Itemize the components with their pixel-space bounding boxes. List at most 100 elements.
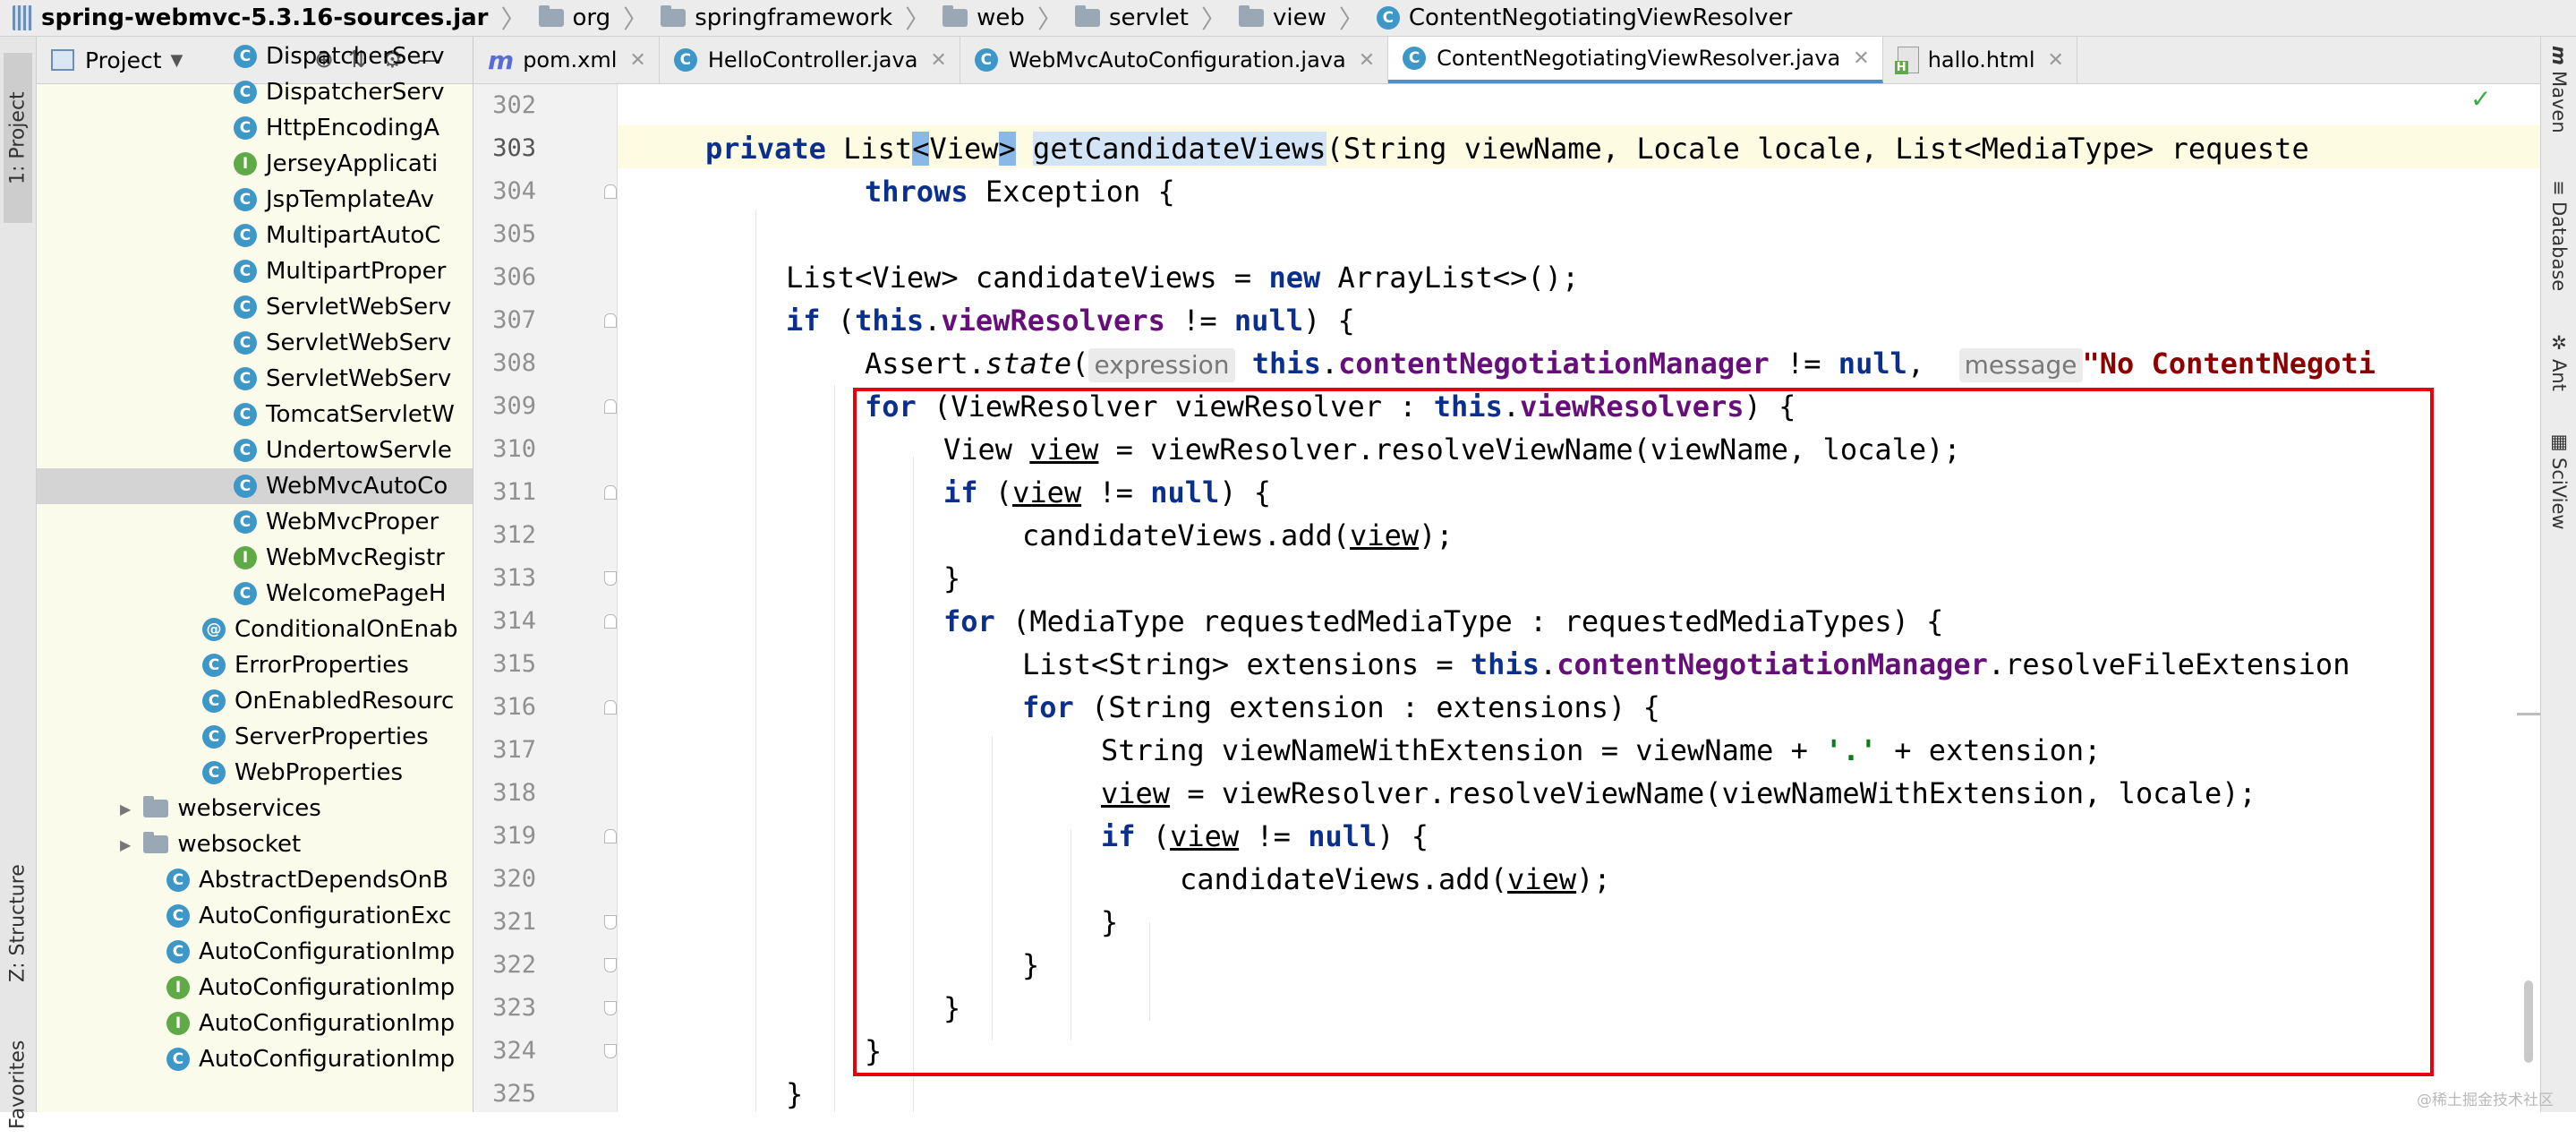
fold-marker-icon[interactable] <box>604 915 617 929</box>
fold-marker-icon[interactable] <box>604 700 617 715</box>
tool-tab-structure[interactable]: Z: Structure <box>4 843 32 1004</box>
breadcrumb-item-jar[interactable]: spring-webmvc-5.3.16-sources.jar 〉 <box>0 0 526 36</box>
tree-item[interactable]: C WebMvcAutoCo <box>37 468 473 504</box>
tree-item-label: ServerProperties <box>235 723 429 750</box>
breadcrumb: spring-webmvc-5.3.16-sources.jar 〉 org 〉… <box>0 0 2576 37</box>
chevron-right-icon[interactable]: ▶ <box>120 800 131 817</box>
line-number: 305 <box>492 220 536 248</box>
fold-marker-icon[interactable] <box>604 184 617 199</box>
check-icon: ✓ <box>2470 84 2492 114</box>
tree-item[interactable]: I AutoConfigurationImp <box>166 1006 473 1041</box>
fold-marker-icon[interactable] <box>604 399 617 414</box>
tool-tab-ant[interactable]: ✲ Ant <box>2546 332 2572 431</box>
tree-item[interactable]: ▶ webservices <box>120 791 473 826</box>
fold-marker-icon[interactable] <box>604 1044 617 1058</box>
tool-tab-favorites[interactable]: Favorites <box>4 1022 32 1147</box>
tree-item[interactable]: C AutoConfigurationExc <box>166 898 473 934</box>
tree-item[interactable]: C AutoConfigurationImp <box>166 934 473 970</box>
class-icon: C <box>166 869 190 892</box>
code-line-307: if (this.viewResolvers != null) { <box>786 299 1355 342</box>
fold-marker-icon[interactable] <box>604 829 617 843</box>
tool-tab-database[interactable]: ≡ Database <box>2546 180 2572 332</box>
code-token: ArrayList<>(); <box>1320 261 1580 295</box>
fold-marker-icon[interactable] <box>604 485 617 500</box>
tab-pom-xml[interactable]: m pom.xml ✕ <box>473 37 660 83</box>
tree-item[interactable]: C TomcatServletW <box>234 397 473 432</box>
folder-icon <box>1239 5 1265 27</box>
close-icon[interactable]: ✕ <box>2048 49 2064 72</box>
tree-item[interactable]: C AbstractDependsOnB <box>166 862 473 898</box>
project-panel-title[interactable]: Project <box>85 47 162 73</box>
close-icon[interactable]: ✕ <box>629 49 645 72</box>
tree-item[interactable]: I AutoConfigurationImp <box>166 970 473 1006</box>
tab-webmvc-auto-configuration[interactable]: C WebMvcAutoConfiguration.java ✕ <box>960 37 1389 83</box>
breadcrumb-item-view[interactable]: view 〉 <box>1226 0 1364 36</box>
tree-item-label: JspTemplateAv <box>266 186 435 213</box>
tree-item[interactable]: C ServletWebServ <box>234 289 473 325</box>
breadcrumb-label: view <box>1273 4 1326 31</box>
tree-item[interactable]: C AutoConfigurationImp <box>166 1041 473 1077</box>
tree-item[interactable]: C ServerProperties <box>202 719 473 755</box>
tab-hallo-html[interactable]: hallo.html ✕ <box>1883 37 2077 83</box>
code-line-308: Assert.state(expression this.contentNego… <box>865 342 2376 385</box>
chevron-down-icon[interactable]: ▼ <box>171 51 183 70</box>
tree-item[interactable]: C UndertowServle <box>234 432 473 468</box>
tool-tab-sciview[interactable]: ▦ SciView <box>2546 431 2572 574</box>
tree-item[interactable]: I WebMvcRegistr <box>234 540 473 576</box>
tree-item-label: DispatcherServ <box>266 43 445 70</box>
tree-item[interactable]: ▶ websocket <box>120 826 473 862</box>
close-icon[interactable]: ✕ <box>1359 49 1375 72</box>
tool-tab-maven[interactable]: m Maven <box>2546 46 2572 162</box>
tree-item[interactable]: C ServletWebServ <box>234 325 473 361</box>
breadcrumb-item-class[interactable]: C ContentNegotiatingViewResolver <box>1364 4 1792 31</box>
tree-item-label: AbstractDependsOnB <box>199 867 448 894</box>
line-number: 306 <box>492 263 536 291</box>
tree-item[interactable]: C HttpEncodingA <box>234 110 473 146</box>
class-icon: C <box>234 510 257 534</box>
tree-item[interactable]: C MultipartProper <box>234 253 473 289</box>
tree-item[interactable]: C ServletWebServ <box>234 361 473 397</box>
class-icon: C <box>673 48 697 72</box>
tree-item[interactable]: C WebProperties <box>202 755 473 791</box>
project-view-icon <box>51 49 74 71</box>
fold-marker-icon[interactable] <box>604 958 617 972</box>
tab-hello-controller[interactable]: C HelloController.java ✕ <box>660 37 960 83</box>
chevron-right-icon: 〉 <box>1338 4 1364 34</box>
code-token: > <box>998 132 1016 166</box>
tree-item[interactable]: C DispatcherServ <box>234 74 473 110</box>
code-token: new <box>1268 261 1321 295</box>
breadcrumb-item-servlet[interactable]: servlet 〉 <box>1062 0 1226 36</box>
tab-content-negotiating-view-resolver[interactable]: C ContentNegotiatingViewResolver.java ✕ <box>1388 37 1883 83</box>
tree-item-label: MultipartProper <box>266 258 447 285</box>
breadcrumb-item-org[interactable]: org 〉 <box>526 0 648 36</box>
code-line-304: throws Exception { <box>865 170 1175 213</box>
line-number: 325 <box>492 1080 536 1108</box>
tree-item[interactable]: C WebMvcProper <box>234 504 473 540</box>
breadcrumb-item-springframework[interactable]: springframework 〉 <box>648 0 930 36</box>
watermark: @稀土掘金技术社区 <box>2417 1091 2554 1109</box>
code-token: null <box>1233 304 1303 338</box>
fold-marker-icon[interactable] <box>604 571 617 586</box>
breadcrumb-item-web[interactable]: web 〉 <box>930 0 1062 36</box>
tree-item[interactable]: C MultipartAutoC <box>234 218 473 253</box>
tree-item-label: AutoConfigurationImp <box>199 1046 456 1073</box>
close-icon[interactable]: ✕ <box>930 49 946 72</box>
fold-marker-icon[interactable] <box>604 313 617 328</box>
tree-item[interactable]: C DispatcherServ <box>234 39 473 74</box>
close-icon[interactable]: ✕ <box>1853 47 1869 70</box>
chevron-right-icon[interactable]: ▶ <box>120 836 131 853</box>
database-icon: ≡ <box>2548 180 2570 196</box>
code-token: , <box>1906 347 1959 381</box>
vertical-scrollbar[interactable] <box>2524 980 2533 1063</box>
tree-item[interactable]: C JspTemplateAv <box>234 182 473 218</box>
tree-item[interactable]: I JerseyApplicati <box>234 146 473 182</box>
tree-item[interactable]: @ ConditionalOnEnab <box>202 612 473 647</box>
tree-item[interactable]: C OnEnabledResourc <box>202 683 473 719</box>
tree-item[interactable]: C ErrorProperties <box>202 647 473 683</box>
tool-tab-project[interactable]: 1: Project <box>4 53 32 223</box>
code-token: "No ContentNegoti <box>2082 347 2376 381</box>
interface-icon: I <box>234 152 257 175</box>
tree-item[interactable]: C WelcomePageH <box>234 576 473 612</box>
fold-marker-icon[interactable] <box>604 614 617 629</box>
fold-marker-icon[interactable] <box>604 1001 617 1015</box>
